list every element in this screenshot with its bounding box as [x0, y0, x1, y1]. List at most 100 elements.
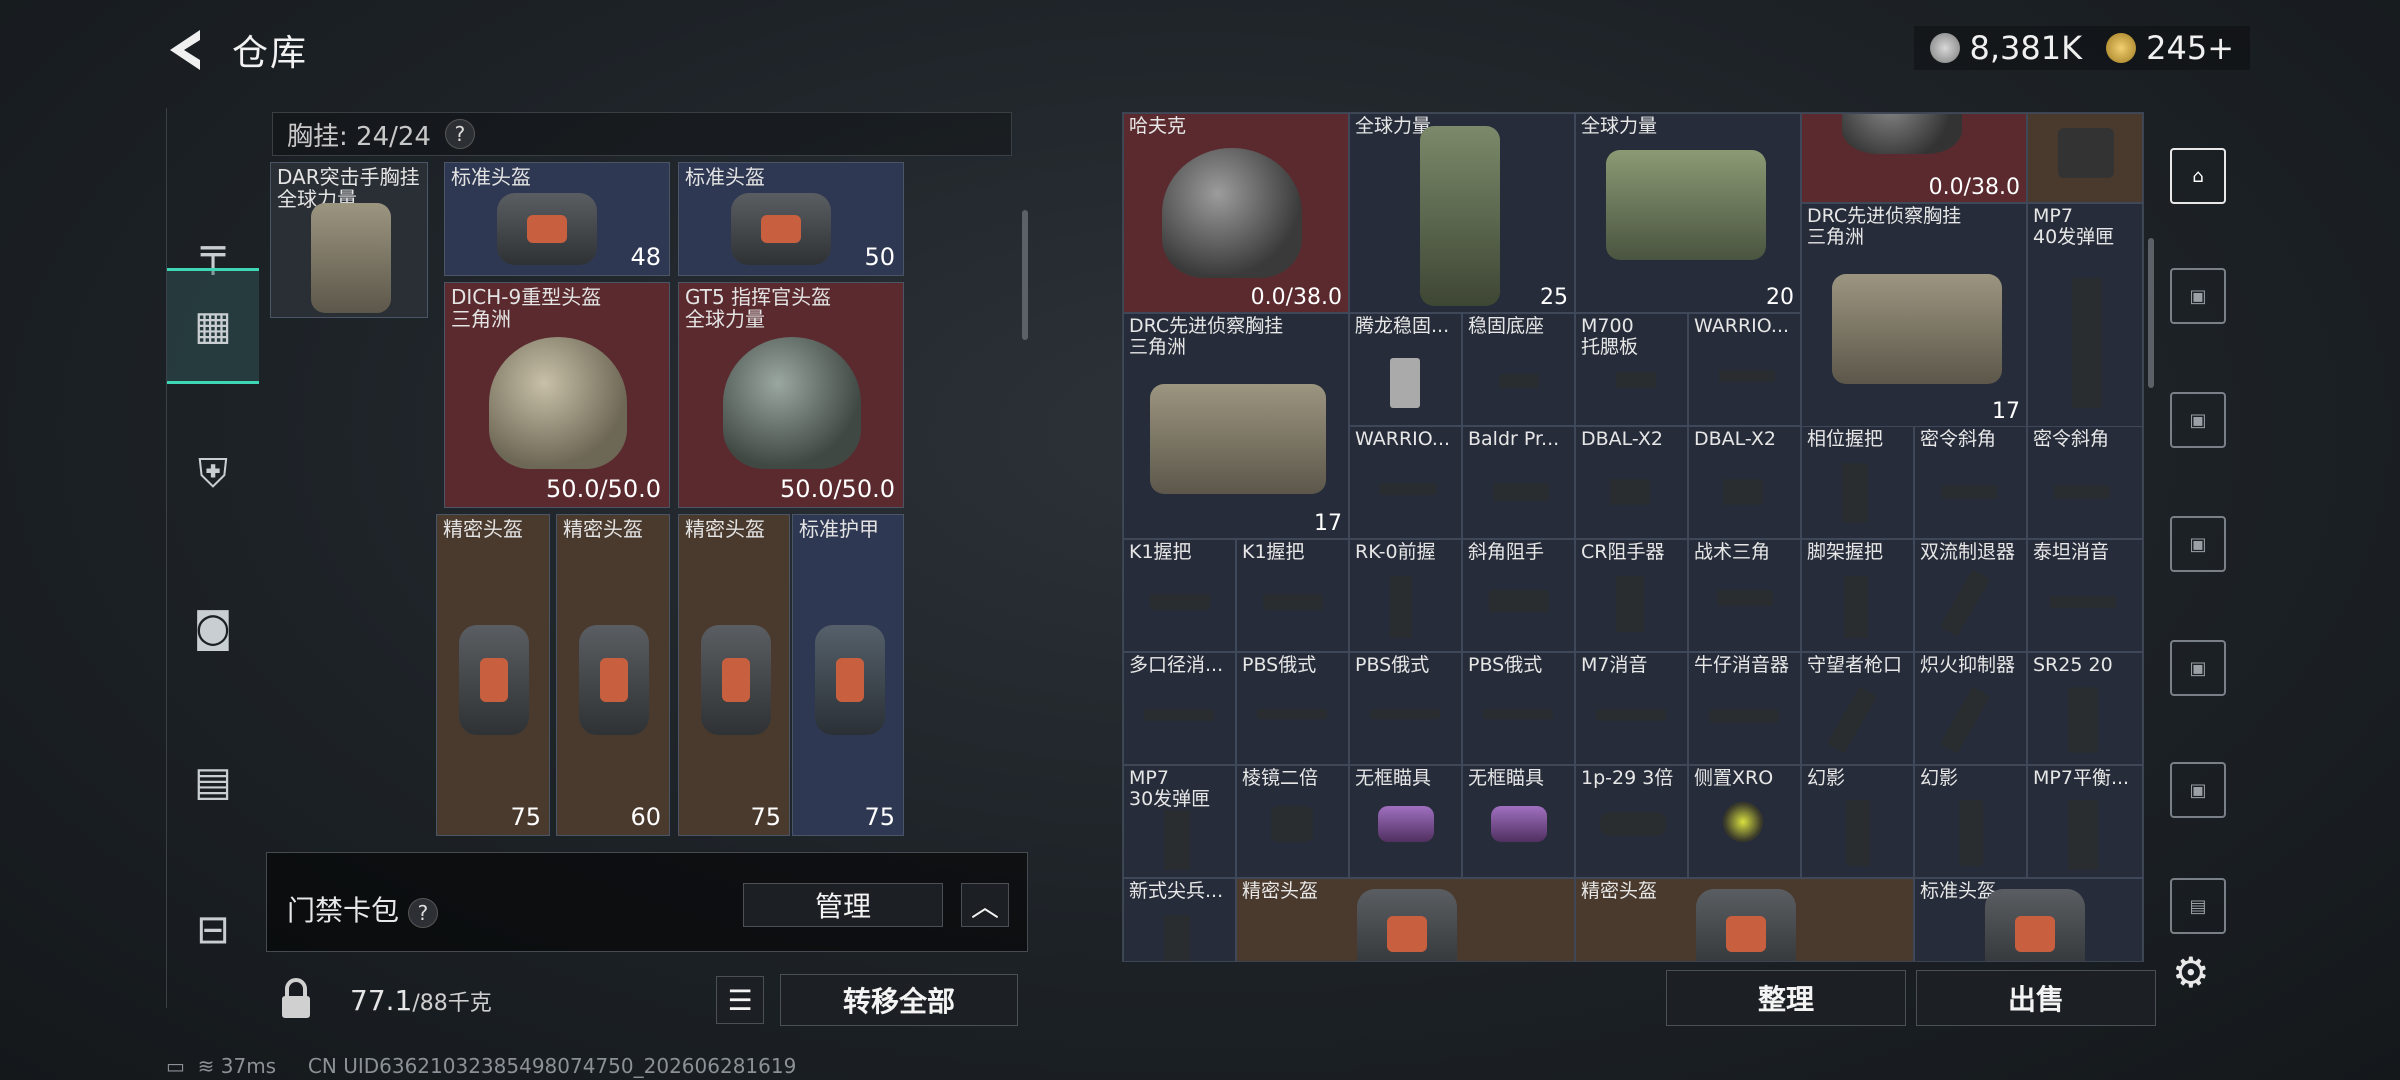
case-tab[interactable]: ▤: [167, 736, 259, 828]
storage-page-2[interactable]: ▣: [2170, 392, 2226, 448]
collapse-button[interactable]: ︿: [961, 883, 1009, 927]
item-label: 全球力量: [1581, 115, 1658, 137]
armor-tab[interactable]: ⛨: [167, 428, 259, 520]
inventory-item[interactable]: 侧置XRO: [1688, 765, 1801, 878]
inventory-item[interactable]: 标准护甲 75: [792, 514, 904, 836]
inventory-item[interactable]: [2027, 113, 2143, 203]
inventory-item[interactable]: GT5 指挥官头盔 全球力量 50.0/50.0: [678, 282, 904, 508]
inventory-item[interactable]: 精密头盔 75: [678, 514, 790, 836]
storage-page-3[interactable]: ▣: [2170, 516, 2226, 572]
inventory-item[interactable]: 双流制退器: [1914, 539, 2027, 652]
inventory-item[interactable]: 无框瞄具: [1349, 765, 1462, 878]
inventory-item[interactable]: RK-0前握: [1349, 539, 1462, 652]
inventory-item[interactable]: 1p-29 3倍: [1575, 765, 1688, 878]
inventory-item[interactable]: 多口径消...: [1123, 652, 1236, 765]
inventory-item[interactable]: 精密头盔 60: [556, 514, 670, 836]
inventory-item[interactable]: WARRIO...: [1688, 313, 1801, 426]
inventory-item[interactable]: 守望者枪口: [1801, 652, 1914, 765]
settings-gear-icon[interactable]: ⚙: [2172, 948, 2210, 997]
sell-button[interactable]: 出售: [1916, 970, 2156, 1026]
inventory-item[interactable]: 密令斜角: [1914, 426, 2027, 539]
suppressor-icon: [1370, 709, 1440, 719]
inventory-item[interactable]: 腾龙稳固...: [1349, 313, 1462, 426]
storage-page-5[interactable]: ▣: [2170, 762, 2226, 818]
item-durability: 0.0/38.0: [1928, 175, 2020, 200]
manage-button[interactable]: 管理: [743, 883, 943, 927]
transfer-all-button[interactable]: 转移全部: [780, 974, 1018, 1026]
inventory-item[interactable]: 稳固底座: [1462, 313, 1575, 426]
inventory-item[interactable]: 相位握把: [1801, 426, 1914, 539]
toolbox-tab[interactable]: ⊟: [167, 884, 259, 976]
back-button[interactable]: [160, 22, 212, 78]
inventory-item[interactable]: 标准头盔 50: [678, 162, 904, 276]
inventory-item[interactable]: Baldr Pr...: [1462, 426, 1575, 539]
item-label: PBS俄式: [1355, 654, 1430, 676]
inventory-item[interactable]: 脚架握把: [1801, 539, 1914, 652]
inventory-item[interactable]: K1握把: [1123, 539, 1236, 652]
inventory-item[interactable]: DRC先进侦察胸挂 三角洲 17: [1801, 203, 2027, 427]
inventory-item[interactable]: 牛仔消音器: [1688, 652, 1801, 765]
scope-icon: [1271, 806, 1313, 842]
inventory-item[interactable]: DRC先进侦察胸挂 三角洲 17: [1123, 313, 1349, 539]
inventory-item[interactable]: DBAL-X2: [1575, 426, 1688, 539]
inventory-item[interactable]: PBS俄式: [1349, 652, 1462, 765]
chevron-up-icon: ︿: [970, 890, 999, 923]
box-icon: ▣: [2189, 779, 2207, 801]
inventory-item[interactable]: CR阻手器: [1575, 539, 1688, 652]
inventory-item[interactable]: 幻影: [1914, 765, 2027, 878]
help-icon[interactable]: ?: [407, 898, 438, 928]
list-icon: ☰: [727, 983, 753, 1017]
storage-tab[interactable]: ⌂: [2170, 148, 2226, 204]
inventory-item[interactable]: 精密头盔 75: [436, 514, 550, 836]
inventory-item[interactable]: 战术三角: [1688, 539, 1801, 652]
inventory-item[interactable]: 哈夫克 0.0/38.0: [1123, 113, 1349, 313]
storage-page-6[interactable]: ▤: [2170, 878, 2226, 934]
inventory-item[interactable]: DICH-9重型头盔 三角洲 50.0/50.0: [444, 282, 670, 508]
list-view-button[interactable]: ☰: [716, 976, 764, 1024]
item-label: 标准头盔: [685, 165, 765, 189]
inventory-item[interactable]: PBS俄式: [1236, 652, 1349, 765]
inventory-item[interactable]: DBAL-X2: [1688, 426, 1801, 539]
inventory-item[interactable]: 0.0/38.0: [1801, 113, 2027, 203]
inventory-item[interactable]: 精密头盔: [1236, 878, 1575, 961]
laser-icon: [1610, 479, 1650, 505]
magazine-icon: [2072, 278, 2102, 408]
inventory-item[interactable]: K1握把: [1236, 539, 1349, 652]
inventory-item[interactable]: 无框瞄具: [1462, 765, 1575, 878]
storage-icon: ⌂: [2192, 165, 2204, 187]
left-scrollbar[interactable]: [1022, 210, 1028, 340]
storage-page-1[interactable]: ▣: [2170, 268, 2226, 324]
inventory-item[interactable]: WARRIO...: [1349, 426, 1462, 539]
inventory-item[interactable]: SR25 20: [2027, 652, 2143, 765]
chest-rig-slot[interactable]: DAR突击手胸挂 全球力量: [270, 162, 428, 318]
inventory-item[interactable]: 棱镜二倍: [1236, 765, 1349, 878]
inventory-item[interactable]: 炽火抑制器: [1914, 652, 2027, 765]
inventory-item[interactable]: 全球力量 20: [1575, 113, 1801, 313]
right-scrollbar[interactable]: [2148, 238, 2154, 388]
toolbox-icon: ⊟: [196, 907, 230, 953]
inventory-item[interactable]: 全球力量 25: [1349, 113, 1575, 313]
inventory-item[interactable]: MP7平衡...: [2027, 765, 2143, 878]
lock-icon[interactable]: [268, 972, 324, 1028]
inventory-item[interactable]: 斜角阻手: [1462, 539, 1575, 652]
item-label: 幻影: [1807, 767, 1846, 789]
backpack-tab[interactable]: ◙: [167, 582, 259, 674]
inventory-item[interactable]: 标准头盔 48: [444, 162, 670, 276]
inventory-item[interactable]: 标准头盔: [1914, 878, 2143, 961]
help-icon[interactable]: ?: [444, 119, 475, 149]
inventory-item[interactable]: 新式尖兵...: [1123, 878, 1236, 961]
inventory-item[interactable]: 密令斜角: [2027, 426, 2143, 539]
sort-button[interactable]: 整理: [1666, 970, 1906, 1026]
chest-rig-tab[interactable]: ▦: [167, 268, 259, 384]
inventory-item[interactable]: M7消音: [1575, 652, 1688, 765]
inventory-item[interactable]: PBS俄式: [1462, 652, 1575, 765]
item-label: 无框瞄具: [1468, 767, 1545, 789]
storage-page-4[interactable]: ▣: [2170, 640, 2226, 696]
inventory-item[interactable]: MP7 40发弹匣: [2027, 203, 2143, 427]
inventory-item[interactable]: M700 托腮板: [1575, 313, 1688, 426]
inventory-item[interactable]: 泰坦消音: [2027, 539, 2143, 652]
inventory-item[interactable]: 幻影: [1801, 765, 1914, 878]
inventory-item[interactable]: 精密头盔: [1575, 878, 1914, 961]
inventory-item[interactable]: MP7 30发弹匣: [1123, 765, 1236, 878]
muzzle-icon: [1939, 686, 1991, 754]
